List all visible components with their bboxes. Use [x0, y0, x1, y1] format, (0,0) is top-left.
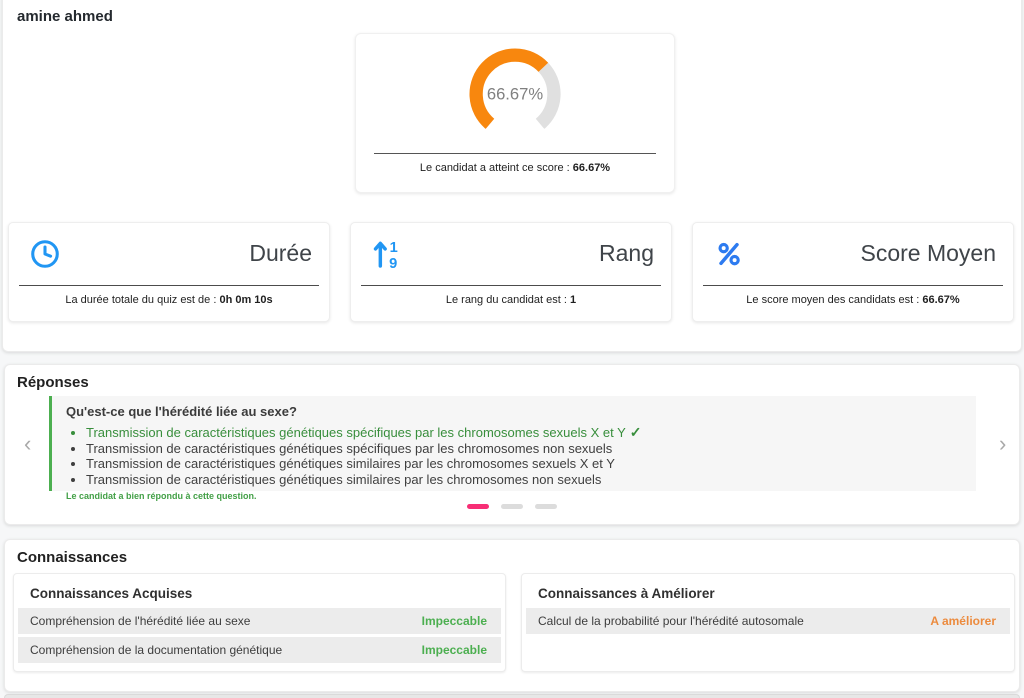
page-title: amine ahmed: [17, 8, 113, 25]
answer-text: Transmission de caractéristiques génétiq…: [86, 456, 615, 471]
score-gauge-icon: 66.67%: [458, 37, 572, 151]
average-score-caption-value: 66.67%: [922, 294, 959, 306]
divider: [19, 285, 319, 286]
answers-list: Transmission de caractéristiques génétiq…: [66, 425, 966, 487]
responses-section: Réponses ‹ › Qu'est-ce que l'hérédité li…: [4, 364, 1020, 525]
score-caption-value: 66.67%: [573, 162, 610, 174]
answer-text: Transmission de caractéristiques génétiq…: [86, 425, 626, 440]
duration-title: Durée: [249, 240, 312, 267]
rank-caption-label: Le rang du candidat est :: [446, 294, 570, 306]
average-score-card: Score Moyen Le score moyen des candidats…: [692, 222, 1014, 322]
carousel-indicator[interactable]: [501, 504, 523, 509]
duration-caption: La durée totale du quiz est de : 0h 0m 1…: [9, 294, 329, 306]
divider: [703, 285, 1003, 286]
responses-title: Réponses: [17, 374, 89, 391]
average-score-caption: Le score moyen des candidats est : 66.67…: [693, 294, 1013, 306]
score-gauge-card: 66.67% Le candidat a atteint ce score : …: [355, 33, 675, 193]
question-text: Qu'est-ce que l'hérédité liée au sexe?: [66, 404, 966, 419]
average-score-title: Score Moyen: [860, 240, 996, 267]
knowledge-improve-title: Connaissances à Améliorer: [538, 586, 715, 601]
carousel-prev-button[interactable]: ‹: [24, 431, 31, 457]
percent-icon: [713, 238, 745, 270]
rank-caption-value: 1: [570, 294, 576, 306]
duration-caption-label: La durée totale du quiz est de :: [65, 294, 219, 306]
carousel-indicator[interactable]: [535, 504, 557, 509]
answer-option: Transmission de caractéristiques génétiq…: [86, 472, 966, 488]
answer-text: Transmission de caractéristiques génétiq…: [86, 441, 612, 456]
answer-option-correct: Transmission de caractéristiques génétiq…: [86, 425, 966, 441]
check-icon: ✓: [630, 424, 642, 440]
clock-icon: [29, 238, 61, 270]
knowledge-acquired-title: Connaissances Acquises: [30, 586, 192, 601]
knowledge-title: Connaissances: [17, 549, 127, 566]
knowledge-acquired-card: Connaissances Acquises Compréhension de …: [13, 573, 506, 672]
knowledge-row-label: Compréhension de la documentation généti…: [30, 643, 282, 657]
knowledge-improve-rows: Calcul de la probabilité pour l'hérédité…: [526, 608, 1010, 637]
knowledge-status-badge: Impeccable: [422, 643, 487, 657]
answer-text: Transmission de caractéristiques génétiq…: [86, 472, 601, 487]
average-score-caption-label: Le score moyen des candidats est :: [746, 294, 922, 306]
svg-text:1: 1: [390, 240, 398, 256]
score-caption: Le candidat a atteint ce score : 66.67%: [356, 162, 674, 174]
knowledge-acquired-rows: Compréhension de l'hérédité liée au sexe…: [18, 608, 501, 666]
rank-icon: 1 9: [371, 238, 403, 270]
duration-card: Durée La durée totale du quiz est de : 0…: [8, 222, 330, 322]
next-section-edge: [4, 694, 1020, 698]
carousel-next-button[interactable]: ›: [999, 431, 1006, 457]
knowledge-row-label: Compréhension de l'hérédité liée au sexe: [30, 614, 250, 628]
knowledge-row-label: Calcul de la probabilité pour l'hérédité…: [538, 614, 804, 628]
knowledge-improve-card: Connaissances à Améliorer Calcul de la p…: [521, 573, 1015, 672]
question-slide: Qu'est-ce que l'hérédité liée au sexe? T…: [49, 396, 976, 491]
svg-text:9: 9: [389, 256, 397, 270]
knowledge-section: Connaissances Connaissances Acquises Com…: [4, 539, 1020, 692]
duration-caption-value: 0h 0m 10s: [219, 294, 272, 306]
gauge-percent-label: 66.67%: [487, 85, 544, 104]
knowledge-row: Calcul de la probabilité pour l'hérédité…: [526, 608, 1010, 634]
carousel-indicator[interactable]: [467, 504, 489, 509]
rank-title: Rang: [599, 240, 654, 267]
knowledge-row: Compréhension de la documentation généti…: [18, 637, 501, 663]
divider: [374, 153, 656, 154]
carousel-indicators: [5, 496, 1019, 514]
rank-caption: Le rang du candidat est : 1: [351, 294, 671, 306]
answer-option: Transmission de caractéristiques génétiq…: [86, 441, 966, 457]
knowledge-row: Compréhension de l'hérédité liée au sexe…: [18, 608, 501, 634]
knowledge-status-badge: Impeccable: [422, 614, 487, 628]
knowledge-status-badge: A améliorer: [930, 614, 996, 628]
score-caption-label: Le candidat a atteint ce score :: [420, 162, 573, 174]
results-page: amine ahmed 66.67% Le candidat a atteint…: [0, 0, 1024, 698]
divider: [361, 285, 661, 286]
answer-option: Transmission de caractéristiques génétiq…: [86, 456, 966, 472]
rank-card: 1 9 Rang Le rang du candidat est : 1: [350, 222, 672, 322]
